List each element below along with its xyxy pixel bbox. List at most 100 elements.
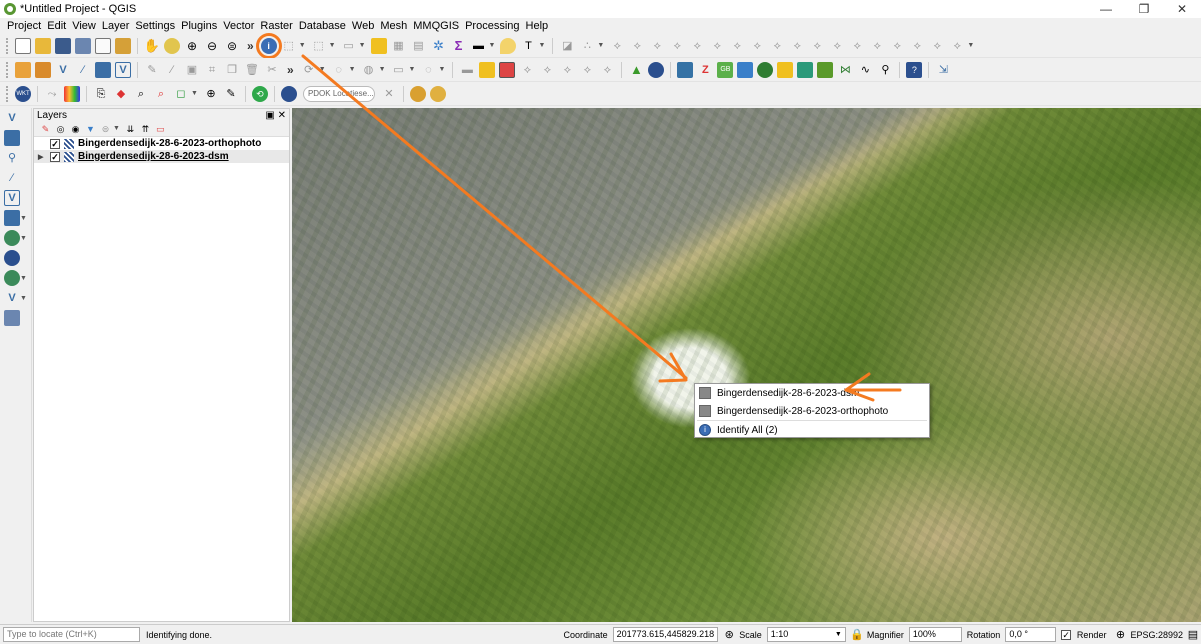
plugin-route-icon[interactable]: ∿ <box>857 62 873 78</box>
layer-visibility-checkbox[interactable]: ✓ <box>50 151 60 162</box>
menu-processing[interactable]: Processing <box>462 20 522 32</box>
add-delimited-icon[interactable]: ∕ <box>4 170 20 186</box>
style-manager-icon[interactable] <box>115 37 131 54</box>
split-icon[interactable]: ◍ <box>361 62 377 78</box>
advanced-digitize-12-icon[interactable]: ⟡ <box>829 38 845 54</box>
vertex-tool-icon[interactable]: ∴ <box>579 38 595 54</box>
toggle-editing-icon[interactable]: ✎ <box>144 62 160 78</box>
label-tool-4-icon[interactable]: ⟡ <box>519 62 535 78</box>
menu-view[interactable]: View <box>69 20 99 32</box>
print-layout-icon[interactable] <box>95 37 111 54</box>
digitize-icon[interactable]: ◪ <box>559 38 575 54</box>
magnifier-field[interactable]: 100% <box>908 627 962 642</box>
label-tool-7-icon[interactable]: ⟡ <box>579 62 595 78</box>
map-canvas[interactable] <box>292 108 1201 622</box>
add-vector-icon[interactable]: V <box>4 110 20 126</box>
crs-globe-icon[interactable]: ⊕ <box>1114 627 1126 643</box>
layer-visibility-checkbox[interactable]: ✓ <box>50 138 60 149</box>
menu-layer[interactable]: Layer <box>99 20 133 32</box>
close-button[interactable]: ✕ <box>1163 0 1201 18</box>
toolbar-overflow-button-2[interactable]: » <box>287 63 294 77</box>
pdok-clear-icon[interactable]: ✕ <box>381 86 397 102</box>
advanced-digitize-1-icon[interactable]: ⟡ <box>609 38 625 54</box>
pdok-icon[interactable] <box>280 85 297 102</box>
wrench-icon[interactable]: ✎ <box>223 86 239 102</box>
copy-features-icon[interactable]: ❐ <box>224 62 240 78</box>
zoom-native-icon[interactable]: ⊜ <box>224 38 240 54</box>
plugin-layers-icon[interactable] <box>817 61 834 78</box>
advanced-digitize-15-icon[interactable]: ⟡ <box>889 38 905 54</box>
manage-visibility-icon[interactable]: ◉ <box>70 123 81 134</box>
offset-curve-icon[interactable]: ⟳ <box>301 62 317 78</box>
field-calculator-icon[interactable]: ▤ <box>411 38 427 54</box>
settings-gear-icon[interactable]: ✲ <box>431 38 447 54</box>
plugin-coin2-icon[interactable] <box>429 85 446 102</box>
map-tips-icon[interactable] <box>500 37 517 54</box>
add-xyz-icon[interactable] <box>4 270 20 286</box>
collapse-all-icon[interactable]: ⇈ <box>140 123 151 134</box>
plugin-gb-icon[interactable]: GB <box>717 61 734 78</box>
menu-mmqgis[interactable]: MMQGIS <box>410 20 462 32</box>
advanced-digitize-14-icon[interactable]: ⟡ <box>869 38 885 54</box>
add-postgis-icon[interactable] <box>95 61 111 78</box>
advanced-digitize-8-icon[interactable]: ⟡ <box>749 38 765 54</box>
menu-vector[interactable]: Vector <box>220 20 257 32</box>
python-console-icon[interactable] <box>677 61 694 78</box>
crs-button[interactable]: EPSG:28992 <box>1130 630 1183 640</box>
advanced-digitize-10-icon[interactable]: ⟡ <box>789 38 805 54</box>
rotation-field[interactable]: 0,0 ° <box>1005 627 1057 642</box>
new-virtual-icon[interactable] <box>4 310 20 326</box>
plugin-butterfly-icon[interactable]: ⋈ <box>837 62 853 78</box>
deselect-icon[interactable]: ▭ <box>341 38 357 54</box>
panel-close-icon[interactable]: ✕ <box>278 110 286 121</box>
data-source-manager-icon[interactable] <box>15 61 31 78</box>
attribute-table-icon[interactable]: ▦ <box>391 38 407 54</box>
save-as-icon[interactable] <box>75 37 91 54</box>
menu-help[interactable]: Help <box>523 20 552 32</box>
render-checkbox[interactable]: ✓ <box>1061 629 1071 640</box>
ctx-item-dsm[interactable]: Bingerdensedijk-28-6-2023-dsm <box>695 384 929 402</box>
menu-project[interactable]: Project <box>4 20 44 32</box>
topology-icon[interactable]: ⤳ <box>44 86 60 102</box>
pin-icon[interactable]: ◆ <box>113 86 129 102</box>
measure-icon[interactable]: ▬ <box>471 38 487 54</box>
plugin-crop-icon[interactable] <box>797 61 814 78</box>
select-by-value-icon[interactable]: ⬚ <box>311 38 327 54</box>
label-tool-8-icon[interactable]: ⟡ <box>599 62 615 78</box>
open-project-icon[interactable] <box>35 37 51 54</box>
advanced-digitize-13-icon[interactable]: ⟡ <box>849 38 865 54</box>
coordinate-field[interactable]: 201773.615,445829.218 <box>612 627 719 642</box>
layer-row-orthophoto[interactable]: ✓ Bingerdensedijk-28-6-2023-orthophoto <box>34 137 289 150</box>
menu-edit[interactable]: Edit <box>44 20 69 32</box>
search-zoom-icon[interactable]: ⌕ <box>133 86 149 102</box>
wkt-icon[interactable]: WKT <box>15 85 31 102</box>
add-wcs-icon[interactable] <box>4 250 20 266</box>
advanced-digitize-4-icon[interactable]: ⟡ <box>669 38 685 54</box>
expand-all-icon[interactable]: ⇊ <box>125 123 136 134</box>
new-project-icon[interactable] <box>15 37 31 54</box>
ctx-item-orthophoto[interactable]: Bingerdensedijk-28-6-2023-orthophoto <box>695 402 929 420</box>
panel-float-icon[interactable]: ▣ <box>265 110 274 121</box>
color-ramp-icon[interactable] <box>64 85 80 102</box>
label-tool-3-icon[interactable] <box>499 61 516 78</box>
advanced-digitize-2-icon[interactable]: ⟡ <box>629 38 645 54</box>
menu-web[interactable]: Web <box>349 20 377 32</box>
filter-legend-icon[interactable]: ⊜ <box>100 123 111 134</box>
menu-raster[interactable]: Raster <box>257 20 295 32</box>
ctx-item-identify-all[interactable]: i Identify All (2) <box>695 421 929 439</box>
plugin-pencil-icon[interactable] <box>777 61 794 78</box>
add-wms-icon[interactable] <box>4 210 20 226</box>
advanced-digitize-16-icon[interactable]: ⟡ <box>909 38 925 54</box>
rotate-icon[interactable]: ◌ <box>420 62 436 78</box>
remove-layer-icon[interactable]: ▭ <box>155 123 166 134</box>
zoom-out-icon[interactable]: ⊖ <box>204 38 220 54</box>
advanced-digitize-11-icon[interactable]: ⟡ <box>809 38 825 54</box>
messages-icon[interactable]: ▤ <box>1187 627 1199 643</box>
menu-plugins[interactable]: Plugins <box>178 20 220 32</box>
statistics-sigma-icon[interactable]: Σ <box>451 38 467 54</box>
plugin-walk-icon[interactable]: ⚲ <box>877 62 893 78</box>
new-layer-icon[interactable]: V <box>4 290 20 306</box>
add-raster-icon[interactable] <box>4 130 20 146</box>
globe-plugin-icon[interactable] <box>648 61 665 78</box>
add-group-icon[interactable]: ◎ <box>55 123 66 134</box>
